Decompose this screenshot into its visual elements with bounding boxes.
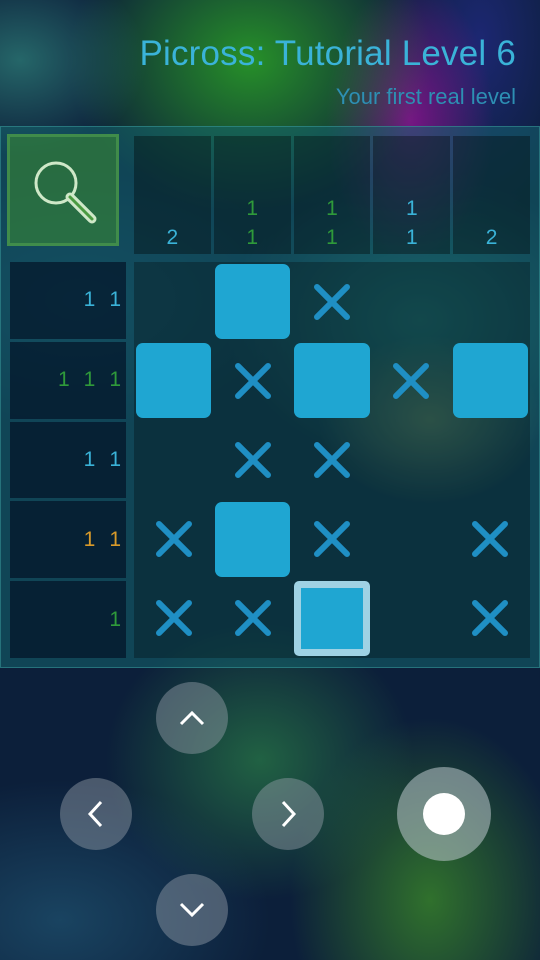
clue-number: 1	[109, 527, 121, 551]
column-clue-4: 11	[373, 136, 451, 254]
grid-cell[interactable]	[292, 420, 371, 499]
grid-cell[interactable]	[451, 420, 530, 499]
row-clue-1: 11	[10, 262, 126, 339]
chevron-left-icon	[87, 800, 103, 828]
grid-cell[interactable]	[134, 579, 213, 658]
chevron-up-icon	[179, 710, 205, 726]
clue-number: 1	[109, 368, 121, 392]
left-button[interactable]	[60, 778, 132, 850]
zoom-button[interactable]	[7, 134, 119, 246]
row-clues: 1111111111	[10, 262, 126, 658]
clue-number: 1	[83, 447, 96, 471]
action-dot-icon	[423, 793, 465, 835]
grid-cell[interactable]	[213, 341, 292, 420]
row-clue-3: 11	[10, 421, 126, 499]
clue-number: 1	[83, 288, 96, 312]
cross-mark-icon	[213, 420, 292, 499]
level-subtitle: Your first real level	[335, 84, 516, 109]
chevron-right-icon	[281, 800, 297, 828]
right-button[interactable]	[252, 778, 324, 850]
grid-cell[interactable]	[213, 420, 292, 499]
grid-cell[interactable]	[451, 341, 530, 420]
clue-number: 1	[83, 368, 96, 392]
cross-mark-icon	[292, 262, 371, 341]
cross-mark-icon	[372, 341, 451, 420]
grid-cell[interactable]	[134, 262, 213, 341]
cursor-filled-square	[294, 580, 370, 656]
filled-square	[136, 343, 212, 419]
grid-cell[interactable]	[134, 500, 213, 579]
grid-cell[interactable]	[372, 262, 451, 341]
column-clue-2: 11	[213, 136, 291, 254]
cross-mark-icon	[451, 579, 530, 658]
clue-number: 1	[326, 226, 338, 249]
clue-number: 1	[405, 197, 418, 220]
cross-mark-icon	[134, 500, 213, 579]
clue-number: 1	[246, 197, 259, 220]
clue-number: 1	[246, 226, 259, 249]
grid-cell[interactable]	[213, 579, 292, 658]
filled-square	[215, 501, 291, 577]
row-clue-4: 11	[10, 501, 126, 579]
grid-cell[interactable]	[372, 579, 451, 658]
clue-number: 1	[109, 447, 121, 471]
clue-number: 2	[485, 226, 498, 249]
clue-number: 1	[57, 368, 70, 392]
grid-cell[interactable]	[213, 500, 292, 579]
magnifier-icon	[34, 161, 97, 224]
filled-square	[452, 343, 528, 419]
grid-cell[interactable]	[134, 420, 213, 499]
row-clue-2: 111	[10, 341, 126, 419]
grid-cell[interactable]	[451, 500, 530, 579]
up-button[interactable]	[156, 682, 228, 754]
grid-cell[interactable]	[292, 262, 371, 341]
grid-cell[interactable]	[134, 341, 213, 420]
fill-action-button[interactable]	[397, 767, 491, 861]
puzzle-grid[interactable]	[134, 262, 530, 658]
grid-cell[interactable]	[213, 262, 292, 341]
down-button[interactable]	[156, 874, 228, 946]
grid-cell[interactable]	[292, 500, 371, 579]
column-clue-3: 11	[293, 136, 371, 254]
cross-mark-icon	[451, 500, 530, 579]
column-clue-5: 2	[453, 136, 530, 254]
cross-mark-icon	[292, 500, 371, 579]
clue-number: 1	[83, 527, 96, 551]
grid-cell[interactable]	[372, 420, 451, 499]
filled-square	[294, 343, 370, 419]
cross-mark-icon	[134, 579, 213, 658]
clue-number: 2	[166, 226, 179, 249]
clue-number: 1	[326, 197, 338, 220]
column-clue-1: 2	[134, 136, 211, 254]
cross-mark-icon	[213, 579, 292, 658]
cross-mark-icon	[292, 420, 371, 499]
row-clue-5: 1	[10, 581, 126, 658]
grid-cell[interactable]	[372, 341, 451, 420]
grid-cell[interactable]	[292, 341, 371, 420]
clue-number: 1	[109, 288, 121, 312]
grid-cell[interactable]	[292, 579, 371, 658]
clue-number: 1	[109, 607, 121, 631]
grid-cell[interactable]	[451, 579, 530, 658]
column-clues: 21111112	[134, 136, 530, 254]
cross-mark-icon	[213, 341, 292, 420]
grid-cell[interactable]	[372, 500, 451, 579]
filled-square	[215, 264, 291, 340]
chevron-down-icon	[179, 902, 205, 918]
grid-cell[interactable]	[451, 262, 530, 341]
clue-number: 1	[405, 226, 418, 249]
level-title: Picross: Tutorial Level 6	[139, 34, 516, 73]
